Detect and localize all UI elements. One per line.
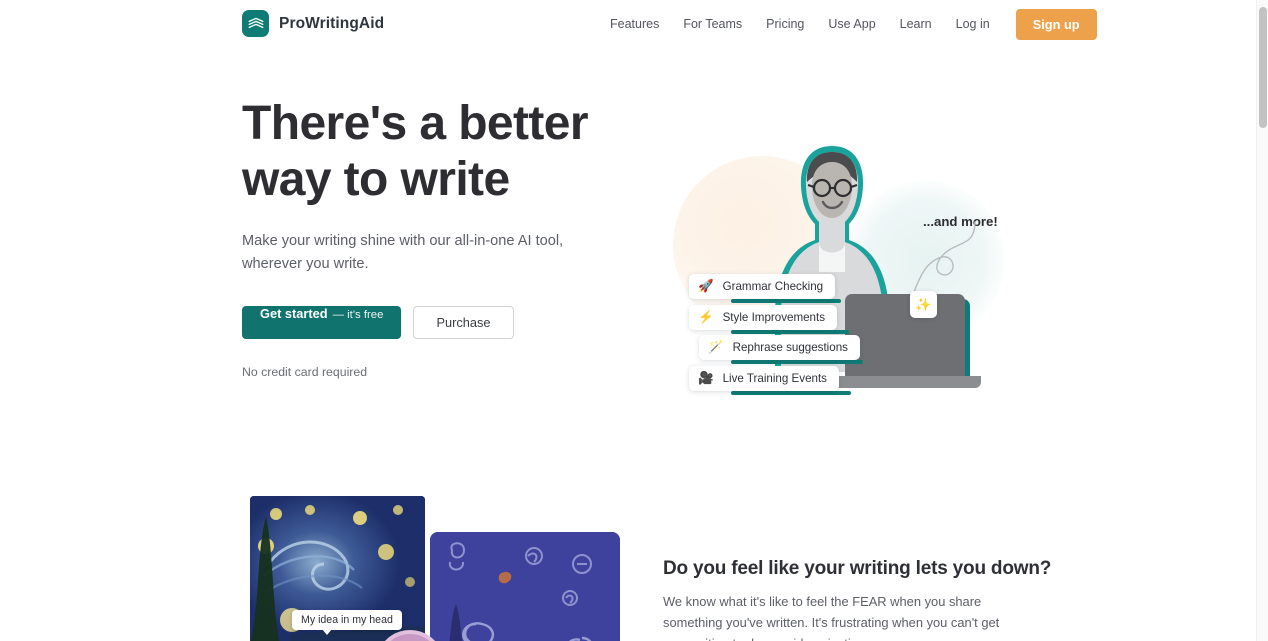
- feature-pill-style-improvements[interactable]: ⚡ Style Improvements: [689, 305, 838, 330]
- sparkles-icon: ✨: [910, 291, 937, 318]
- hero-title-line-2: way to write: [242, 153, 510, 207]
- scrollbar-thumb[interactable]: [1259, 7, 1267, 128]
- sign-up-button[interactable]: Sign up: [1015, 8, 1097, 40]
- brand-logo[interactable]: ProWritingAid: [242, 10, 384, 37]
- nav-item-use-app[interactable]: Use App: [816, 11, 887, 37]
- page-root: ProWritingAid Features For Teams Pricing…: [0, 0, 1268, 641]
- nav-item-pricing[interactable]: Pricing: [754, 11, 816, 37]
- page-scrollbar[interactable]: [1256, 0, 1268, 641]
- feature-pill-label: Live Training Events: [722, 372, 827, 385]
- brand-name: ProWritingAid: [279, 14, 385, 32]
- hero-subtitle: Make your writing shine with our all-in-…: [242, 233, 564, 273]
- get-started-free-suffix: — it's free: [332, 308, 384, 321]
- get-started-label: Get started: [260, 305, 328, 321]
- section2-body: We know what it's like to feel the FEAR …: [663, 594, 1000, 641]
- nav-item-for-teams[interactable]: For Teams: [671, 11, 754, 37]
- hero-button-group: Get started — it's free Purchase: [242, 305, 642, 339]
- section2-copy: Do you feel like your writing lets you d…: [663, 558, 1052, 641]
- idea-vs-reality-illustration: My idea in my head: [242, 496, 620, 641]
- feature-pill-label: Rephrase suggestions: [732, 341, 848, 354]
- pill-shadow-4: [731, 391, 851, 395]
- section2-title: Do you feel like your writing lets you d…: [663, 558, 1052, 579]
- pill-shadow-1: [731, 299, 841, 303]
- feature-pill-grammar-checking[interactable]: 🚀 Grammar Checking: [689, 274, 836, 299]
- and-more-annotation: ...and more!: [923, 214, 998, 229]
- laptop-screen: [845, 294, 965, 378]
- stacked-pages-check-icon: [242, 10, 269, 37]
- hero-section: There's a better way to write Make your …: [0, 48, 1256, 468]
- no-credit-card-note: No credit card required: [242, 364, 368, 379]
- main-nav: Features For Teams Pricing Use App Learn…: [598, 0, 1097, 48]
- magic-wand-icon: 🪄: [708, 340, 724, 355]
- nav-item-log-in[interactable]: Log in: [944, 11, 1002, 37]
- crude-sketch-of-starry-night: [430, 532, 620, 641]
- site-header: ProWritingAid Features For Teams Pricing…: [0, 0, 1256, 48]
- lightning-icon: ⚡: [698, 310, 714, 325]
- hero-title-line-1: There's a better: [242, 97, 589, 150]
- feature-pill-label: Style Improvements: [722, 311, 826, 324]
- get-started-button[interactable]: Get started — it's free: [242, 305, 402, 339]
- hero-copy: There's a better way to write Make your …: [242, 96, 642, 379]
- nav-item-learn[interactable]: Learn: [888, 11, 944, 37]
- laptop-base: [831, 376, 981, 388]
- feature-pill-live-training-events[interactable]: 🎥 Live Training Events: [689, 366, 839, 391]
- writing-lets-you-down-section: My idea in my head Do you feel like your…: [0, 468, 1256, 641]
- idea-in-my-head-label: My idea in my head: [292, 610, 402, 635]
- rocket-icon: 🚀: [698, 279, 714, 294]
- nav-item-features[interactable]: Features: [598, 11, 671, 37]
- pill-shadow-2: [731, 330, 849, 334]
- purchase-button[interactable]: Purchase: [413, 305, 514, 339]
- hero-title: There's a better way to write: [242, 96, 642, 208]
- hero-illustration: 🚀 Grammar Checking ⚡ Style Improvements …: [655, 108, 1015, 438]
- film-camera-icon: 🎥: [698, 371, 714, 386]
- feature-pill-label: Grammar Checking: [722, 280, 824, 293]
- pill-shadow-3: [731, 360, 863, 364]
- feature-pill-rephrase-suggestions[interactable]: 🪄 Rephrase suggestions: [699, 335, 860, 360]
